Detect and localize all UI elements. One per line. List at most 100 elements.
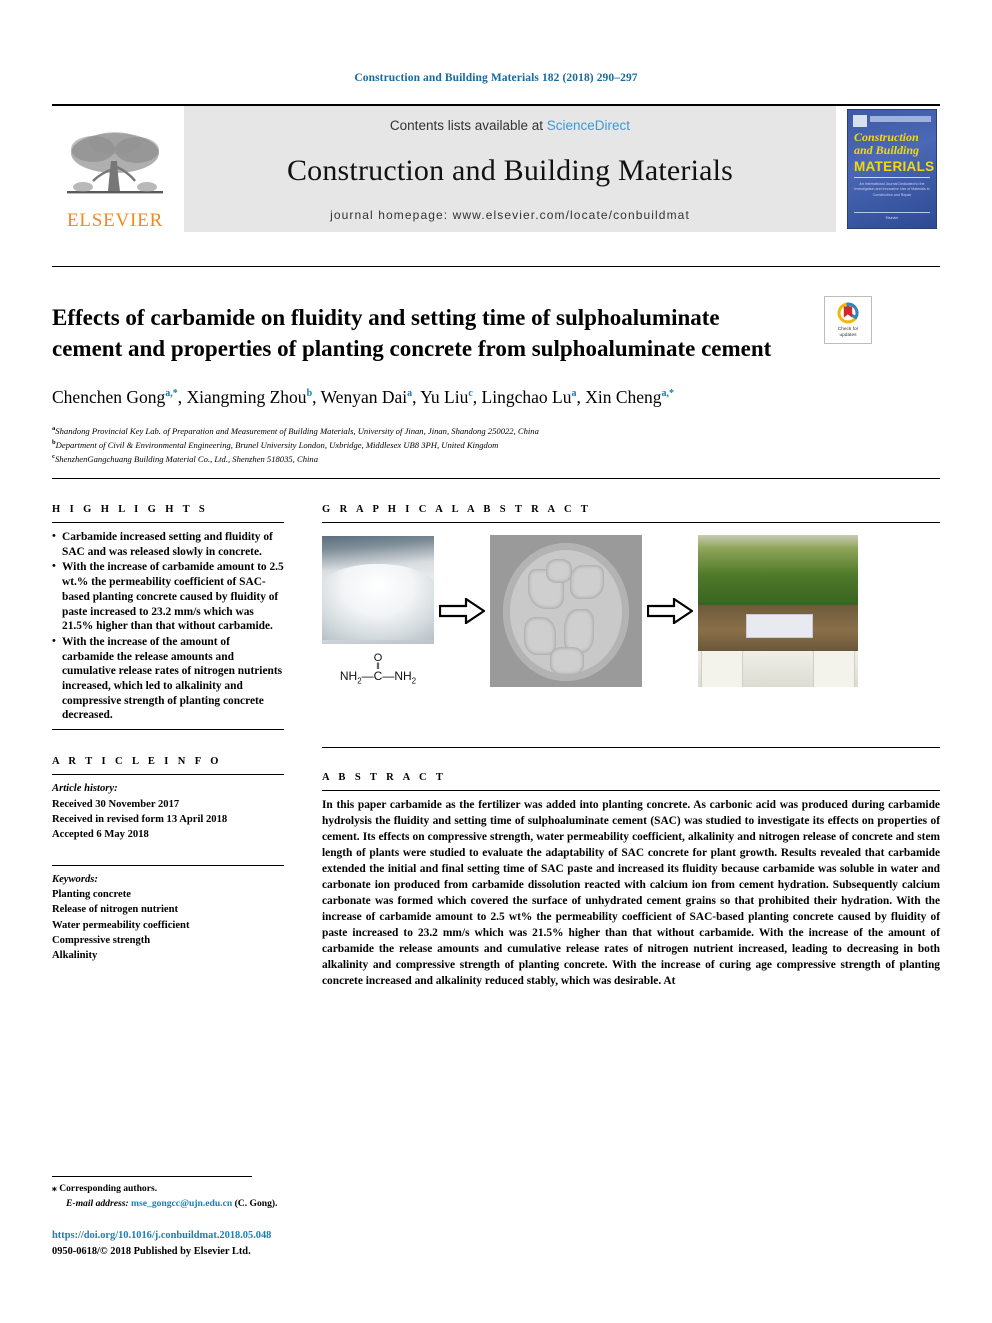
email-line: E-mail address: mse_gongcc@ujn.edu.cn (C… [52, 1197, 572, 1212]
right-arrow-icon [439, 598, 485, 624]
contents-list-line: Contents lists available at ScienceDirec… [390, 118, 630, 133]
email-link[interactable]: mse_gongcc@ujn.edu.cn [131, 1198, 232, 1209]
author-entry[interactable]: Yu Liuc [420, 387, 473, 407]
email-label: E-mail address: [66, 1197, 129, 1209]
author-affil-marker: a,* [661, 388, 675, 400]
aggregate-piece [546, 559, 572, 583]
author-list: Chenchen Gonga,*, Xiangming Zhoub, Wenya… [52, 387, 675, 407]
nh2-right-label: NH [394, 669, 412, 684]
author-entry[interactable]: Chenchen Gonga,* [52, 387, 178, 407]
keyword-item: Alkalinity [52, 950, 98, 962]
corresponding-label: Corresponding authors. [59, 1183, 158, 1194]
copyright-line: 0950-0618/© 2018 Published by Elsevier L… [52, 1246, 251, 1257]
left-column: H I G H L I G H T S Carbamide increased … [52, 504, 284, 964]
grass-growth-photo [698, 535, 858, 687]
email-owner: (C. Gong). [234, 1197, 278, 1209]
support-block-right [813, 650, 855, 687]
graphical-abstract-rule-bottom [322, 747, 940, 748]
right-arrow-icon [647, 598, 693, 624]
highlights-rule-bottom [52, 729, 284, 731]
process-arrow-2 [642, 598, 698, 624]
author-affil-marker: a [407, 388, 413, 400]
process-arrow-1 [434, 598, 490, 624]
affiliation-text: ShenzhenGangchuang Building Material Co.… [54, 453, 318, 464]
list-item: With the increase of the amount of carba… [52, 634, 284, 723]
keywords-label: Keywords: [52, 873, 98, 885]
crossmark-line-2: updates [839, 333, 857, 338]
history-item: Received in revised form 13 April 2018 [52, 813, 228, 825]
affiliation-item: bDepartment of Civil & Environmental Eng… [52, 438, 932, 452]
cover-footer: Elsevier [854, 212, 930, 220]
article-info-heading: A R T I C L E I N F O [52, 756, 222, 768]
cover-divider [854, 176, 930, 178]
article-history-block: Article history: Received 30 November 20… [52, 775, 284, 842]
cover-subtitle: An International Journal Dedicated to th… [854, 181, 930, 197]
corresponding-author-note: ⁎ Corresponding authors. E-mail address:… [52, 1182, 572, 1212]
running-head: Construction and Building Materials 182 … [354, 72, 638, 84]
graphical-abstract-step-3 [698, 535, 858, 687]
aggregate-piece [550, 647, 584, 675]
affiliation-item: cShenzhenGangchuang Building Material Co… [52, 452, 932, 466]
author-entry[interactable]: Wenyan Daia [321, 387, 413, 407]
aggregate-piece [570, 565, 604, 599]
abstract-heading: A B S T R A C T [322, 772, 447, 783]
affiliation-item: aShandong Provincial Key Lab. of Prepara… [52, 424, 932, 438]
author-name: Xin Cheng [585, 387, 662, 407]
cover-stripe [870, 116, 931, 122]
journal-masthead: ELSEVIER Contents lists available at Sci… [52, 104, 940, 232]
footnote-divider [52, 1176, 252, 1177]
urea-chemical-formula: O ‖ NH2—C—NH2 [340, 653, 416, 685]
nh2-left-sub: 2 [357, 676, 362, 686]
highlights-rule-top [52, 522, 284, 523]
carbon-atom-label: C [373, 669, 383, 684]
graphical-abstract-rule-top [322, 522, 940, 523]
affiliation-list: aShandong Provincial Key Lab. of Prepara… [52, 424, 932, 466]
planting-concrete-specimen-photo [490, 535, 642, 687]
graphical-abstract-figure: O ‖ NH2—C—NH2 [322, 535, 940, 687]
author-name: Yu Liu [420, 387, 469, 407]
affiliation-text: Department of Civil & Environmental Engi… [55, 439, 499, 450]
elsevier-logo: ELSEVIER [52, 106, 178, 232]
author-entry[interactable]: Lingchao Lua [482, 387, 577, 407]
graphical-abstract-step-2 [490, 535, 642, 687]
journal-band: Contents lists available at ScienceDirec… [184, 106, 836, 232]
graphical-abstract-step-1: O ‖ NH2—C—NH2 [322, 536, 434, 685]
contents-prefix: Contents lists available at [389, 118, 544, 133]
sciencedirect-link[interactable]: ScienceDirect [547, 118, 630, 133]
page-title: Effects of carbamide on fluidity and set… [52, 305, 772, 361]
right-column: G R A P H I C A L A B S T R A C T O ‖ NH… [322, 504, 940, 990]
history-item: Accepted 6 May 2018 [52, 829, 149, 841]
graphical-abstract-heading: G R A P H I C A L A B S T R A C T [322, 504, 592, 515]
support-block-left [701, 650, 743, 687]
cover-elsevier-icon [853, 115, 867, 127]
keyword-item: Compressive strength [52, 935, 151, 947]
nh2-left-label: NH [339, 669, 358, 684]
author-affil-marker: a [571, 388, 577, 400]
crossmark-icon [837, 302, 859, 324]
elsevier-tree-icon [67, 132, 163, 194]
highlights-heading: H I G H L I G H T S [52, 504, 209, 515]
keyword-item: Planting concrete [52, 888, 131, 900]
journal-cover-thumbnail: Construction and Building MATERIALS An I… [844, 106, 940, 232]
formula-line: NH2—C—NH2 [339, 669, 417, 686]
author-entry[interactable]: Xiangming Zhoub [187, 387, 313, 407]
specimen-label-card [746, 614, 814, 639]
journal-homepage-link[interactable]: journal homepage: www.elsevier.com/locat… [330, 208, 690, 222]
author-name: Wenyan Dai [320, 387, 408, 407]
author-name: Xiangming Zhou [186, 387, 307, 407]
list-item: Carbamide increased setting and fluidity… [52, 529, 284, 559]
keyword-item: Water permeability coefficient [52, 919, 190, 931]
grass-layer [698, 535, 858, 608]
author-entry[interactable]: Xin Chenga,* [585, 387, 674, 407]
history-item: Received 30 November 2017 [52, 798, 180, 810]
title-divider [52, 266, 940, 267]
author-affil-marker: b [306, 388, 313, 400]
keyword-item: Release of nitrogen nutrient [52, 904, 179, 916]
list-item: With the increase of carbamide amount to… [52, 559, 284, 634]
author-affil-marker: c [468, 388, 473, 400]
doi-link[interactable]: https://doi.org/10.1016/j.conbuildmat.20… [52, 1230, 271, 1241]
author-name: Lingchao Lu [481, 387, 572, 407]
abstract-text: In this paper carbamide as the fertilize… [322, 799, 940, 987]
aggregate-piece [524, 617, 556, 655]
crossmark-badge[interactable]: Check for updates [824, 296, 872, 344]
